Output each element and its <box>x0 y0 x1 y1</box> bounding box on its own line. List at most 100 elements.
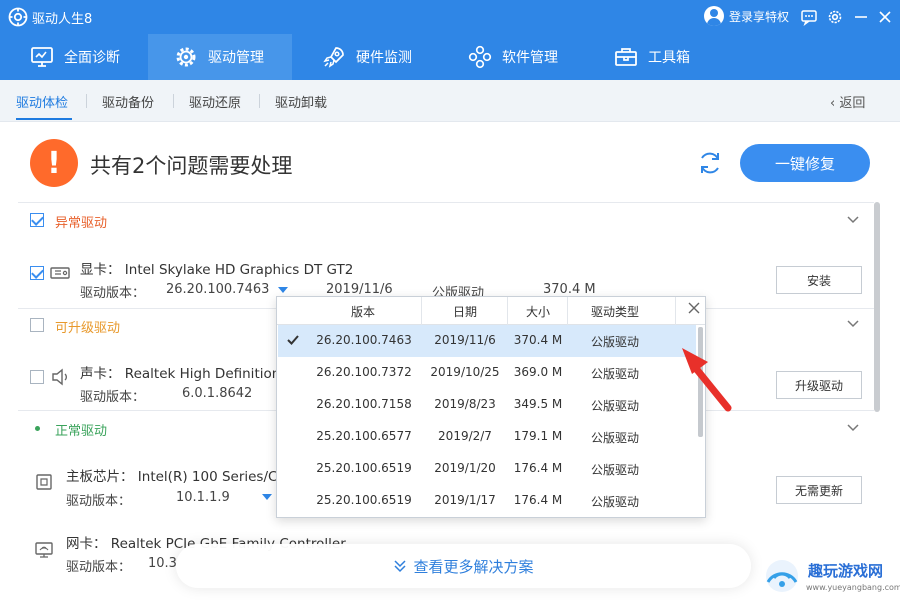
row-size: 179.1 M <box>513 429 563 443</box>
chipset-version-label: 驱动版本： <box>66 494 132 509</box>
page-title: 共有2个问题需要处理 <box>90 154 293 178</box>
gear-icon <box>176 47 196 67</box>
row-type: 公版驱动 <box>590 431 639 445</box>
more-solutions-label: 查看更多解决方案 <box>413 557 534 576</box>
row-type: 公版驱动 <box>590 495 639 509</box>
tab-software-management[interactable]: 软件管理 <box>468 34 586 80</box>
back-button[interactable]: ‹ 返回 <box>830 92 865 111</box>
section-upgradable-label: 可升级驱动 <box>55 321 121 336</box>
graphics-checkbox[interactable] <box>30 266 44 280</box>
row-version: 25.20.100.6519 <box>316 493 412 507</box>
message-icon[interactable] <box>800 8 818 26</box>
checkmark-icon <box>287 335 299 345</box>
active-tab-indicator <box>16 118 72 120</box>
upgrade-driver-button[interactable]: 升级驱动 <box>776 371 862 399</box>
divider <box>675 297 676 325</box>
row-date: 2019/2/7 <box>438 429 492 443</box>
refresh-icon[interactable] <box>696 149 724 177</box>
version-row[interactable]: 25.20.100.6577 2019/2/7 179.1 M 公版驱动 <box>278 421 696 453</box>
row-size: 370.4 M <box>513 333 563 347</box>
chevron-down-icon[interactable] <box>847 421 859 433</box>
version-row[interactable]: 26.20.100.7463 2019/11/6 370.4 M 公版驱动 <box>278 325 696 357</box>
double-chevron-down-icon <box>394 560 407 573</box>
main-tab-bar: 全面诊断 驱动管理 硬件监测 软件管理 工具箱 <box>0 34 900 80</box>
divider <box>18 202 874 203</box>
no-update-needed-button[interactable]: 无需更新 <box>776 476 862 504</box>
app-logo-icon <box>8 7 28 27</box>
title-bar: 驱动人生8 登录享特权 <box>0 0 900 34</box>
subtab-driver-uninstall[interactable]: 驱动卸载 <box>275 92 327 111</box>
chevron-left-icon: ‹ <box>830 96 840 111</box>
version-row[interactable]: 25.20.100.6519 2019/1/17 176.4 M 公版驱动 <box>278 485 696 517</box>
section-abnormal-label: 异常驱动 <box>55 216 108 231</box>
one-click-fix-button[interactable]: 一键修复 <box>740 144 870 182</box>
row-size: 369.0 M <box>513 365 563 379</box>
row-type: 公版驱动 <box>590 399 639 413</box>
main-scrollbar[interactable] <box>874 202 880 412</box>
network-version: 10.3 <box>148 556 177 571</box>
row-version: 25.20.100.6577 <box>316 429 412 443</box>
version-row[interactable]: 26.20.100.7158 2019/8/23 349.5 M 公版驱动 <box>278 389 696 421</box>
chevron-down-icon[interactable] <box>847 213 859 225</box>
version-row[interactable]: 25.20.100.6519 2019/1/20 176.4 M 公版驱动 <box>278 453 696 485</box>
tab-full-diagnosis[interactable]: 全面诊断 <box>30 34 148 80</box>
tab-toolbox[interactable]: 工具箱 <box>614 34 714 80</box>
subtab-driver-restore[interactable]: 驱动还原 <box>189 92 241 111</box>
row-date: 2019/1/20 <box>434 461 496 475</box>
tab-label: 工具箱 <box>648 50 690 66</box>
login-label: 登录享特权 <box>729 9 790 24</box>
user-avatar-icon <box>704 6 724 26</box>
sound-version: 6.0.1.8642 <box>182 386 253 401</box>
graphics-card-icon <box>50 267 70 279</box>
sound-checkbox[interactable] <box>30 370 44 384</box>
sound-label: 声卡： Realtek High Definition <box>80 366 281 382</box>
subtab-driver-backup[interactable]: 驱动备份 <box>102 92 154 111</box>
tab-label: 驱动管理 <box>208 50 264 66</box>
settings-icon[interactable] <box>826 8 844 26</box>
row-type: 公版驱动 <box>590 463 639 477</box>
row-size: 349.5 M <box>513 397 563 411</box>
row-size: 176.4 M <box>513 461 563 475</box>
popup-header: 版本 日期 大小 驱动类型 <box>277 297 705 325</box>
graphics-version-label: 驱动版本： <box>80 286 146 301</box>
graphics-date: 2019/11/6 <box>326 282 393 297</box>
back-label: 返回 <box>839 96 866 111</box>
tab-label: 软件管理 <box>502 50 558 66</box>
row-type: 公版驱动 <box>590 335 639 349</box>
sound-version-label: 驱动版本： <box>80 390 146 405</box>
row-date: 2019/1/17 <box>434 493 496 507</box>
header-version: 版本 <box>350 305 375 319</box>
divider <box>259 94 260 108</box>
version-dropdown-arrow[interactable] <box>278 287 288 293</box>
graphics-label: 显卡： Intel Skylake HD Graphics DT GT2 <box>80 262 354 278</box>
sub-tab-bar: 驱动体检 驱动备份 驱动还原 驱动卸载 ‹ 返回 <box>0 80 900 122</box>
close-icon[interactable] <box>876 8 894 26</box>
speaker-icon <box>52 368 67 386</box>
subtab-driver-check[interactable]: 驱动体检 <box>16 92 68 111</box>
chevron-down-icon[interactable] <box>847 317 859 329</box>
tab-label: 全面诊断 <box>64 50 120 66</box>
apps-icon <box>468 45 492 69</box>
version-row[interactable]: 26.20.100.7372 2019/10/25 369.0 M 公版驱动 <box>278 357 696 389</box>
abnormal-section-checkbox[interactable] <box>30 213 44 227</box>
toolbox-icon <box>615 48 637 66</box>
row-date: 2019/8/23 <box>434 397 496 411</box>
close-icon[interactable] <box>686 300 702 316</box>
version-dropdown-popup: 版本 日期 大小 驱动类型 26.20.100.7463 2019/11/6 3… <box>276 296 706 518</box>
install-button[interactable]: 安装 <box>776 266 862 294</box>
divider <box>567 297 568 325</box>
login-link[interactable]: 登录享特权 <box>704 5 789 27</box>
header-size: 大小 <box>525 305 550 319</box>
more-solutions-button[interactable]: 查看更多解决方案 <box>176 544 751 588</box>
tab-label: 硬件监测 <box>356 50 412 66</box>
annotation-arrow-icon <box>682 348 732 412</box>
chipset-version: 10.1.1.9 <box>176 490 230 505</box>
chipset-label: 主板芯片： Intel(R) 100 Series/C <box>66 469 278 485</box>
upgradable-section-checkbox[interactable] <box>30 318 44 332</box>
row-size: 176.4 M <box>513 493 563 507</box>
version-dropdown-arrow[interactable] <box>262 494 272 500</box>
watermark-text: 趣玩游戏网 <box>808 562 884 580</box>
tab-hardware-monitor[interactable]: 硬件监测 <box>322 34 440 80</box>
tab-driver-management[interactable]: 驱动管理 <box>148 34 292 80</box>
minimize-icon[interactable] <box>852 8 870 26</box>
